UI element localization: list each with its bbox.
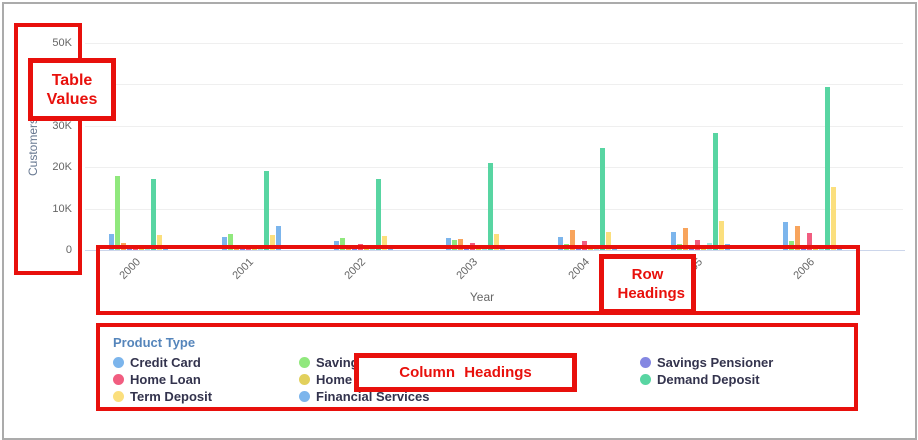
bar-demand-deposit[interactable] [264,171,269,250]
chart-mapping-screenshot: 50K40K30K20K10K0200020012002200320042005… [0,0,918,440]
bar-demand-deposit[interactable] [151,179,156,250]
y-gridline [85,84,903,85]
bar-demand-deposit[interactable] [713,133,718,250]
y-gridline [85,167,903,168]
y-gridline [85,209,903,210]
y-gridline [85,43,903,44]
bar-demand-deposit[interactable] [376,179,381,250]
bar-demand-deposit[interactable] [488,163,493,250]
annotation-label-row-headings: Row Headings [599,254,696,314]
bar-demand-deposit[interactable] [825,87,830,250]
annotation-label-column-headings: Column Headings [354,353,577,392]
annotation-rect-row-headings [96,245,860,315]
annotation-label-table-values: Table Values [28,58,116,121]
bar-savings[interactable] [115,176,120,250]
y-gridline [85,126,903,127]
bar-term-deposit[interactable] [831,187,836,250]
bar-demand-deposit[interactable] [600,148,605,250]
